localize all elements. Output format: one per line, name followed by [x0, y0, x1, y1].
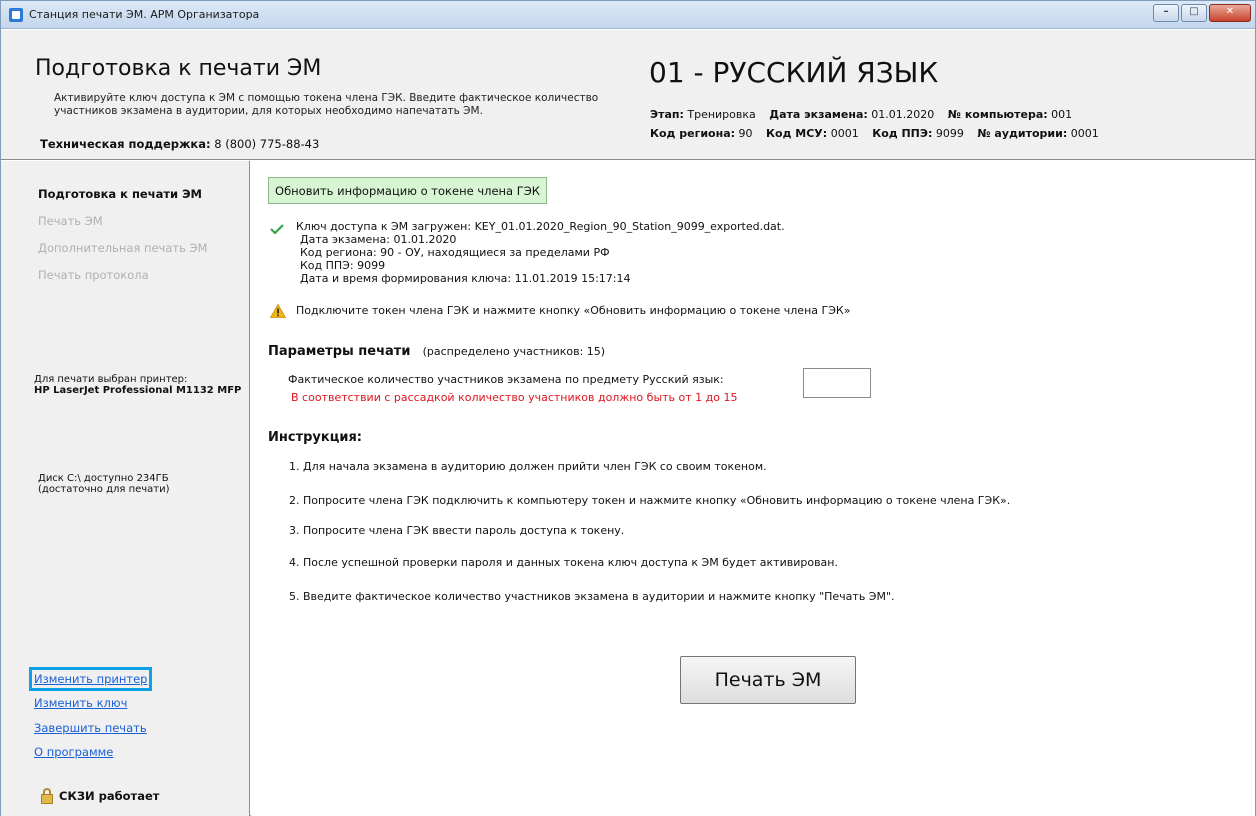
- print-em-button[interactable]: Печать ЭМ: [680, 656, 856, 704]
- participant-count-error: В соответствии с рассадкой количество уч…: [291, 391, 738, 404]
- key-ppe: Код ППЭ: 9099: [300, 259, 386, 272]
- key-info: Ключ доступа к ЭМ загружен: KEY_01.01.20…: [296, 220, 785, 285]
- exam-date-label: Дата экзамена:: [769, 108, 868, 121]
- key-region: Код региона: 90 - ОУ, находящиеся за пре…: [300, 246, 610, 259]
- about-link[interactable]: О программе: [34, 745, 113, 759]
- change-key-link[interactable]: Изменить ключ: [34, 696, 127, 710]
- msu-value: 0001: [830, 127, 859, 140]
- close-button[interactable]: ✕: [1209, 4, 1251, 22]
- maximize-icon: □: [1189, 6, 1199, 17]
- exam-meta-line-1: Этап: Тренировка Дата экзамена: 01.01.20…: [650, 108, 1072, 121]
- maximize-button[interactable]: □: [1181, 4, 1207, 22]
- finish-print-link[interactable]: Завершить печать: [34, 721, 147, 735]
- sidebar: Подготовка к печати ЭМ Печать ЭМ Дополни…: [1, 161, 250, 816]
- page-description: Активируйте ключ доступа к ЭМ с помощью …: [54, 92, 599, 117]
- instruction-item: 4. После успешной проверки пароля и данн…: [289, 556, 838, 569]
- change-printer-link[interactable]: Изменить принтер: [28, 667, 153, 691]
- page-title: Подготовка к печати ЭМ: [35, 56, 322, 81]
- instruction-item: 3. Попросите члена ГЭК ввести пароль дос…: [289, 524, 625, 537]
- instruction-item: 5. Введите фактическое количество участн…: [289, 590, 895, 603]
- skzi-status-text: СКЗИ работает: [59, 789, 160, 803]
- tech-support-phone: 8 (800) 775-88-43: [214, 137, 320, 151]
- title-bar: Станция печати ЭМ. АРМ Организатора – □ …: [1, 1, 1255, 29]
- ppe-value: 9099: [935, 127, 964, 140]
- instruction-item: 1. Для начала экзамена в аудиторию долже…: [289, 460, 767, 473]
- computer-label: № компьютера:: [947, 108, 1048, 121]
- participant-count-input[interactable]: [803, 368, 871, 398]
- window-controls: – □ ✕: [1153, 4, 1251, 22]
- nav-item-additional-print: Дополнительная печать ЭМ: [38, 241, 208, 255]
- refresh-token-button[interactable]: Обновить информацию о токене члена ГЭК: [268, 177, 547, 204]
- key-loaded-text: Ключ доступа к ЭМ загружен: KEY_01.01.20…: [296, 220, 785, 233]
- auditorium-label: № аудитории:: [977, 127, 1068, 140]
- region-label: Код региона:: [650, 127, 736, 140]
- window-title: Станция печати ЭМ. АРМ Организатора: [29, 8, 260, 21]
- printer-label: Для печати выбран принтер:: [34, 374, 188, 385]
- close-icon: ✕: [1225, 6, 1235, 17]
- print-params-title: Параметры печати: [268, 344, 411, 359]
- app-window: Станция печати ЭМ. АРМ Организатора – □ …: [0, 0, 1256, 816]
- minimize-icon: –: [1163, 6, 1169, 17]
- printer-info: Для печати выбран принтер: HP LaserJet P…: [34, 374, 241, 396]
- minimize-button[interactable]: –: [1153, 4, 1179, 22]
- disk-space: Диск C:\ доступно 234ГБ: [38, 473, 169, 484]
- token-warning: Подключите токен члена ГЭК и нажмите кно…: [296, 304, 851, 317]
- msu-label: Код МСУ:: [766, 127, 828, 140]
- region-value: 90: [738, 127, 753, 140]
- disk-status: (достаточно для печати): [38, 484, 170, 495]
- skzi-status: СКЗИ работает: [41, 788, 159, 804]
- header: Подготовка к печати ЭМ Активируйте ключ …: [1, 30, 1255, 160]
- check-icon: [270, 224, 284, 234]
- app-icon: [9, 8, 23, 22]
- tech-support-label: Техническая поддержка:: [40, 137, 211, 151]
- nav-item-prepare-print[interactable]: Подготовка к печати ЭМ: [38, 187, 202, 201]
- key-generated: Дата и время формирования ключа: 11.01.2…: [300, 272, 631, 285]
- exam-date-value: 01.01.2020: [871, 108, 935, 121]
- instruction-item: 2. Попросите члена ГЭК подключить к комп…: [289, 494, 1011, 507]
- nav-item-print-em: Печать ЭМ: [38, 214, 103, 228]
- auditorium-value: 0001: [1070, 127, 1099, 140]
- computer-value: 001: [1051, 108, 1073, 121]
- ppe-label: Код ППЭ:: [872, 127, 933, 140]
- disk-info: Диск C:\ доступно 234ГБ (достаточно для …: [38, 473, 170, 495]
- printer-name: HP LaserJet Professional M1132 MFP: [34, 385, 242, 396]
- tech-support: Техническая поддержка: 8 (800) 775-88-43: [40, 137, 319, 151]
- key-exam-date: Дата экзамена: 01.01.2020: [300, 233, 457, 246]
- subject-title: 01 - РУССКИЙ ЯЗЫК: [649, 56, 939, 89]
- stage-value: Тренировка: [687, 108, 756, 121]
- stage-label: Этап:: [650, 108, 684, 121]
- lock-icon: [41, 788, 53, 804]
- instructions-heading: Инструкция:: [268, 430, 362, 445]
- nav-item-print-protocol: Печать протокола: [38, 268, 149, 282]
- print-params-heading: Параметры печати (распределено участнико…: [268, 344, 605, 359]
- print-params-subtitle: (распределено участников: 15): [422, 345, 606, 358]
- main-content: Обновить информацию о токене члена ГЭК К…: [251, 161, 1255, 816]
- exam-meta-line-2: Код региона: 90 Код МСУ: 0001 Код ППЭ: 9…: [650, 127, 1099, 140]
- warning-icon: [270, 304, 286, 318]
- participant-count-label: Фактическое количество участников экзаме…: [288, 373, 724, 386]
